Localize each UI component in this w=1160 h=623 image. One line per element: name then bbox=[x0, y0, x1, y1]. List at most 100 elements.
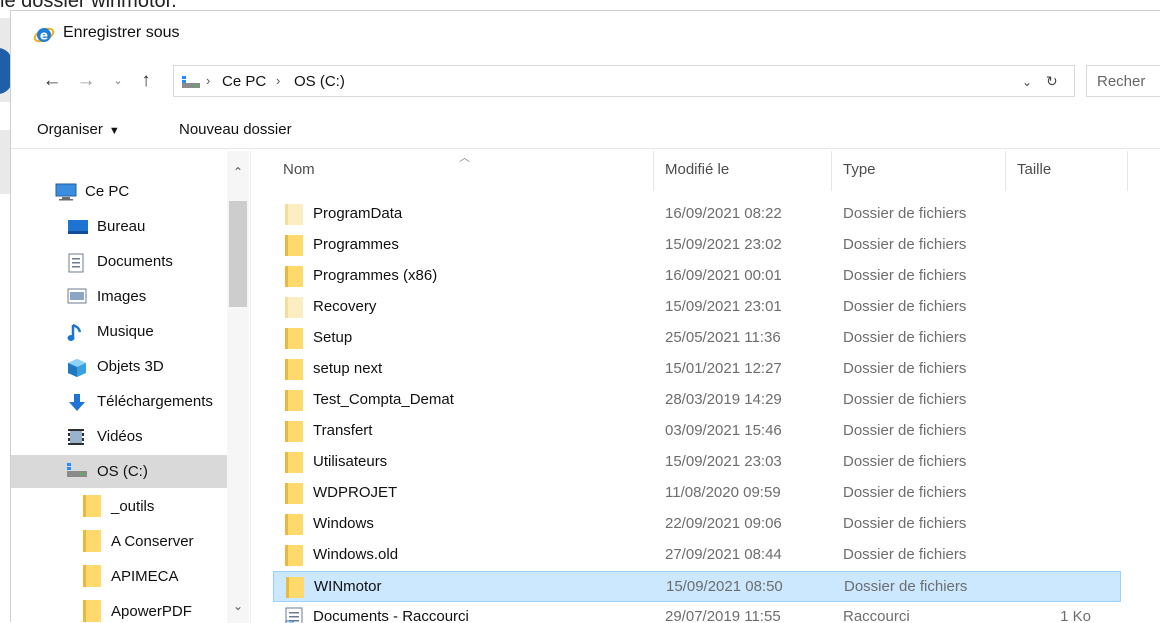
sidebar-item[interactable]: OS (C:) bbox=[11, 455, 227, 488]
file-type: Dossier de fichiers bbox=[843, 236, 967, 253]
file-type: Dossier de fichiers bbox=[843, 360, 967, 377]
forward-button[interactable]: → bbox=[75, 69, 97, 93]
file-name: Utilisateurs bbox=[313, 453, 388, 470]
sidebar-item-label: Vidéos bbox=[97, 428, 143, 445]
file-row[interactable]: setup next 15/01/2021 12:27 Dossier de fic… bbox=[273, 354, 1121, 385]
sidebar-item[interactable]: Documents bbox=[11, 245, 227, 278]
file-row[interactable]: WDPROJET 11/08/2020 09:59 Dossier de fichi… bbox=[273, 478, 1121, 509]
folder-icon bbox=[83, 495, 101, 517]
file-size: 1 Ko bbox=[1060, 608, 1091, 623]
up-button[interactable]: ↑ bbox=[135, 69, 157, 93]
music-icon bbox=[67, 323, 85, 343]
folder-icon bbox=[83, 530, 101, 552]
column-header-name[interactable]: Nom bbox=[283, 161, 315, 178]
file-modified: 15/09/2021 23:03 bbox=[665, 453, 782, 470]
sidebar-item-label: _outils bbox=[111, 498, 155, 515]
organize-label: Organiser bbox=[37, 121, 103, 138]
sidebar-item[interactable]: Téléchargements bbox=[11, 385, 227, 418]
sidebar-item-label: ApowerPDF bbox=[111, 603, 192, 620]
file-modified: 15/01/2021 12:27 bbox=[665, 360, 782, 377]
navigation-scrollbar[interactable]: ⌃ ⌄ bbox=[227, 151, 249, 623]
file-row[interactable]: Setup 25/05/2021 11:36 Dossier de fichiers bbox=[273, 323, 1121, 354]
download-icon bbox=[67, 393, 87, 413]
file-modified: 28/03/2019 14:29 bbox=[665, 391, 782, 408]
back-button[interactable]: ← bbox=[41, 69, 63, 93]
file-type: Dossier de fichiers bbox=[843, 453, 967, 470]
breadcrumb-os-c[interactable]: OS (C:) bbox=[294, 73, 345, 90]
column-divider[interactable] bbox=[1127, 151, 1128, 191]
file-row[interactable]: Documents - Raccourci 29/07/2019 11:55 Rac… bbox=[273, 602, 1121, 623]
sidebar-item-label: Documents bbox=[97, 253, 173, 270]
file-type: Dossier de fichiers bbox=[843, 546, 967, 563]
file-row[interactable]: Utilisateurs 15/09/2021 23:03 Dossier de f… bbox=[273, 447, 1121, 478]
sidebar-item[interactable]: Musique bbox=[11, 315, 227, 348]
file-modified: 16/09/2021 08:22 bbox=[665, 205, 782, 222]
organize-button[interactable]: Organiser ▼ bbox=[37, 121, 120, 138]
file-row[interactable]: Windows.old 27/09/2021 08:44 Dossier de fi… bbox=[273, 540, 1121, 571]
folder-hidden-icon bbox=[285, 297, 303, 318]
folder-icon bbox=[285, 483, 303, 504]
file-name: WINmotor bbox=[314, 578, 382, 595]
file-row[interactable]: Recovery 15/09/2021 23:01 Dossier de fichi… bbox=[273, 292, 1121, 323]
file-type: Dossier de fichiers bbox=[843, 391, 967, 408]
file-name: Documents - Raccourci bbox=[313, 608, 469, 623]
file-type: Dossier de fichiers bbox=[843, 329, 967, 346]
recent-locations-button[interactable]: ⌄ bbox=[107, 69, 129, 93]
scroll-down-arrow-icon[interactable]: ⌄ bbox=[227, 599, 249, 613]
file-row[interactable]: Test_Compta_Demat 28/03/2019 14:29 Dossier… bbox=[273, 385, 1121, 416]
column-divider[interactable] bbox=[1005, 151, 1006, 191]
sidebar-item[interactable]: Vidéos bbox=[11, 420, 227, 453]
column-header-size[interactable]: Taille bbox=[1017, 161, 1051, 178]
file-name: Programmes bbox=[313, 236, 399, 253]
file-row[interactable]: Programmes (x86) 16/09/2021 00:01 Dossier … bbox=[273, 261, 1121, 292]
arrow-right-icon: → bbox=[76, 70, 96, 91]
file-row[interactable]: Windows 22/09/2021 09:06 Dossier de fichie… bbox=[273, 509, 1121, 540]
file-name: ProgramData bbox=[313, 205, 403, 222]
column-divider[interactable] bbox=[653, 151, 654, 191]
file-name: Programmes (x86) bbox=[313, 267, 438, 284]
search-input[interactable]: Recher bbox=[1086, 65, 1160, 97]
file-modified: 15/09/2021 08:50 bbox=[666, 578, 783, 595]
file-modified: 16/09/2021 00:01 bbox=[665, 267, 782, 284]
sidebar-item[interactable]: Objets 3D bbox=[11, 350, 227, 383]
address-dropdown-chevron-icon[interactable]: ⌄ bbox=[1022, 75, 1032, 89]
folder-icon bbox=[83, 565, 101, 587]
caret-down-icon: ▼ bbox=[108, 125, 120, 137]
background-caption: le dossier winmotor. bbox=[0, 0, 177, 12]
sidebar-item[interactable]: _outils bbox=[11, 490, 227, 523]
internet-explorer-icon: e bbox=[33, 25, 55, 45]
folder-icon bbox=[285, 328, 303, 349]
file-row[interactable]: WINmotor 15/09/2021 08:50 Dossier de fichi… bbox=[273, 571, 1121, 602]
sort-ascending-icon: ︿ bbox=[459, 152, 470, 164]
address-row: ← → ⌄ ↑ › Ce PC › OS (C:) ⌄ ↻ Recher bbox=[11, 63, 1160, 99]
save-as-dialog: e Enregistrer sous ← → ⌄ ↑ › Ce PC › OS … bbox=[10, 10, 1160, 623]
column-header-type[interactable]: Type bbox=[843, 161, 876, 178]
sidebar-item[interactable]: Bureau bbox=[11, 210, 227, 243]
chevron-down-icon: ⌄ bbox=[113, 75, 123, 87]
file-name: Transfert bbox=[313, 422, 373, 439]
scroll-up-arrow-icon[interactable]: ⌃ bbox=[227, 165, 249, 179]
sidebar-item[interactable]: ApowerPDF bbox=[11, 595, 227, 623]
file-row[interactable]: Transfert 03/09/2021 15:46 Dossier de fich… bbox=[273, 416, 1121, 447]
cube-icon bbox=[67, 358, 87, 378]
file-list: ︿ Nom Modifié le Type Taille ProgramData… bbox=[251, 151, 1160, 623]
column-divider[interactable] bbox=[831, 151, 832, 191]
new-folder-button[interactable]: Nouveau dossier bbox=[179, 121, 292, 138]
file-modified: 27/09/2021 08:44 bbox=[665, 546, 782, 563]
sidebar-item[interactable]: A Conserver bbox=[11, 525, 227, 558]
refresh-icon[interactable]: ↻ bbox=[1046, 73, 1058, 90]
sidebar-item[interactable]: APIMECA bbox=[11, 560, 227, 593]
sidebar-item[interactable]: Ce PC bbox=[11, 175, 227, 208]
arrow-up-icon: ↑ bbox=[141, 70, 151, 91]
file-row[interactable]: ProgramData 16/09/2021 08:22 Dossier de fi… bbox=[273, 199, 1121, 230]
file-row[interactable]: Programmes 15/09/2021 23:02 Dossier de fic… bbox=[273, 230, 1121, 261]
breadcrumb-ce-pc[interactable]: Ce PC bbox=[222, 73, 266, 90]
video-icon bbox=[67, 428, 85, 446]
navigation-pane: ⌃ ⌄ Ce PC Bureau Documents Images Musique Obj… bbox=[11, 151, 251, 623]
sidebar-item[interactable]: Images bbox=[11, 280, 227, 313]
svg-text:e: e bbox=[40, 29, 48, 43]
sidebar-item-label: APIMECA bbox=[111, 568, 179, 585]
address-bar[interactable]: › Ce PC › OS (C:) ⌄ ↻ bbox=[173, 65, 1075, 97]
column-header-modified[interactable]: Modifié le bbox=[665, 161, 729, 178]
scrollbar-thumb[interactable] bbox=[229, 201, 247, 307]
